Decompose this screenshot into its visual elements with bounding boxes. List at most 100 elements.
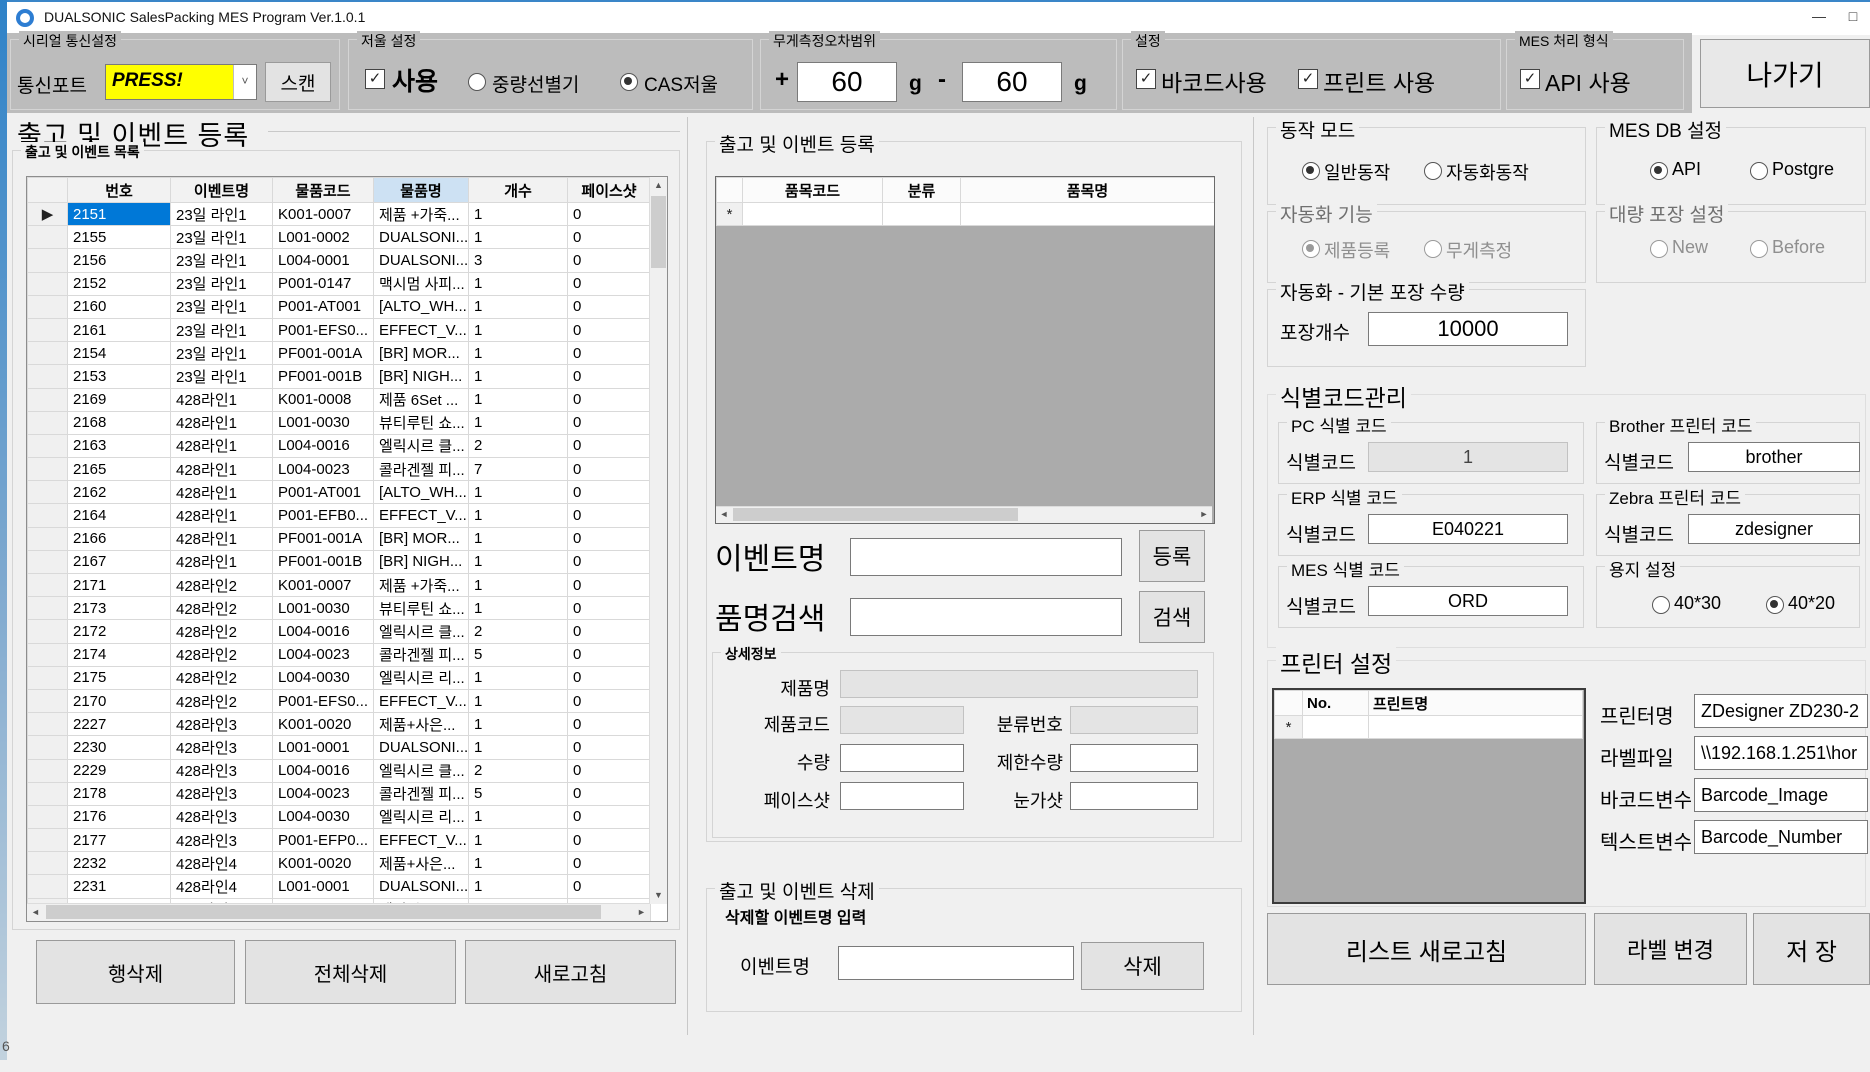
table-cell[interactable]: 0 — [568, 226, 651, 249]
table-cell[interactable] — [28, 759, 68, 782]
table-cell[interactable]: 428라인3 — [171, 805, 273, 828]
table-cell[interactable]: 0 — [568, 782, 651, 805]
scrollbar-thumb[interactable] — [651, 196, 666, 268]
table-row[interactable]: 215523일 라인1L001-0002DUALSONI...10 — [28, 226, 651, 249]
table-cell[interactable]: 1 — [469, 342, 568, 365]
table-cell[interactable] — [28, 620, 68, 643]
table-cell[interactable]: 1 — [469, 852, 568, 875]
exit-button[interactable]: 나가기 — [1700, 39, 1870, 108]
table-cell[interactable]: 5 — [469, 782, 568, 805]
faceshot-input[interactable] — [840, 782, 964, 810]
table-cell[interactable]: 428라인3 — [171, 829, 273, 852]
table-cell[interactable] — [28, 504, 68, 527]
table-cell[interactable]: 2164 — [68, 504, 171, 527]
event-list-grid[interactable]: 번호 이벤트명 물품코드 물품명 개수 페이스샷 ▶215123일 라인1K00… — [26, 176, 668, 922]
limit-quantity-input[interactable] — [1070, 744, 1198, 772]
table-row[interactable]: 2178428라인3L004-0023콜라겐젤 피...50 — [28, 782, 651, 805]
event-name-input[interactable] — [850, 538, 1122, 576]
table-cell[interactable]: 0 — [568, 342, 651, 365]
table-cell[interactable]: 428라인4 — [171, 875, 273, 898]
table-cell[interactable] — [28, 689, 68, 712]
table-cell[interactable]: [ALTO_WH... — [374, 481, 469, 504]
table-cell[interactable]: 0 — [568, 295, 651, 318]
table-cell[interactable]: 428라인4 — [171, 852, 273, 875]
table-cell[interactable]: K001-0020 — [273, 713, 374, 736]
table-cell[interactable]: 23일 라인1 — [171, 249, 273, 272]
table-cell[interactable]: 23일 라인1 — [171, 272, 273, 295]
mes-code-input[interactable] — [1368, 586, 1568, 616]
table-cell[interactable]: 23일 라인1 — [171, 226, 273, 249]
table-cell[interactable] — [28, 226, 68, 249]
table-cell[interactable]: 0 — [568, 643, 651, 666]
eyeshot-input[interactable] — [1070, 782, 1198, 810]
table-cell[interactable]: 2227 — [68, 713, 171, 736]
col-count[interactable]: 개수 — [469, 178, 568, 203]
table-cell[interactable]: 0 — [568, 434, 651, 457]
table-row[interactable]: 2170428라인2P001-EFS0...EFFECT_V...10 — [28, 689, 651, 712]
tolerance-minus-input[interactable] — [962, 62, 1062, 102]
item-search-input[interactable] — [850, 598, 1122, 636]
table-cell[interactable]: EFFECT_V... — [374, 689, 469, 712]
table-row[interactable]: 2173428라인2L001-0030뷰티루틴 쇼...10 — [28, 597, 651, 620]
table-cell[interactable]: P001-EFP0... — [273, 829, 374, 852]
table-cell[interactable]: L004-0023 — [273, 458, 374, 481]
table-cell[interactable] — [28, 782, 68, 805]
table-cell[interactable]: 0 — [568, 689, 651, 712]
table-cell[interactable] — [743, 203, 883, 226]
table-cell[interactable]: 1 — [469, 574, 568, 597]
col-no[interactable]: No. — [1303, 691, 1369, 716]
table-cell[interactable]: 1 — [469, 597, 568, 620]
table-cell[interactable]: 1 — [469, 365, 568, 388]
table-cell[interactable]: 0 — [568, 574, 651, 597]
table-cell[interactable] — [28, 713, 68, 736]
table-row[interactable]: 2164428라인1P001-EFB0...EFFECT_V...10 — [28, 504, 651, 527]
table-cell[interactable] — [28, 852, 68, 875]
table-cell[interactable]: L001-0030 — [273, 411, 374, 434]
table-cell[interactable] — [28, 388, 68, 411]
table-row[interactable]: ▶215123일 라인1K001-0007제품 +가죽...10 — [28, 203, 651, 226]
table-cell[interactable]: L004-0023 — [273, 782, 374, 805]
table-cell[interactable]: 0 — [568, 272, 651, 295]
table-cell[interactable]: 엘릭시르 클... — [374, 620, 469, 643]
table-row[interactable]: 215623일 라인1L004-0001DUALSONI...30 — [28, 249, 651, 272]
refresh-button[interactable]: 새로고침 — [465, 940, 676, 1004]
brother-code-input[interactable] — [1688, 442, 1860, 472]
comm-port-combobox[interactable]: PRESS! ˅ — [105, 64, 257, 100]
zebra-code-input[interactable] — [1688, 514, 1860, 544]
table-cell[interactable]: 1 — [469, 295, 568, 318]
table-row[interactable]: 2177428라인3P001-EFP0...EFFECT_V...10 — [28, 829, 651, 852]
table-row[interactable]: 216123일 라인1P001-EFS0...EFFECT_V...10 — [28, 318, 651, 341]
col-event[interactable]: 이벤트명 — [171, 178, 273, 203]
paper-4020-label[interactable]: 40*20 — [1788, 593, 1835, 614]
table-row[interactable]: 2176428라인3L004-0030엘릭시르 리...10 — [28, 805, 651, 828]
table-cell[interactable] — [28, 458, 68, 481]
table-cell[interactable]: 23일 라인1 — [171, 318, 273, 341]
table-row[interactable]: 2166428라인1PF001-001A[BR] MOR...10 — [28, 527, 651, 550]
table-cell[interactable]: PF001-001A — [273, 342, 374, 365]
table-cell[interactable] — [28, 597, 68, 620]
table-cell[interactable]: 2174 — [68, 643, 171, 666]
table-cell[interactable]: 2173 — [68, 597, 171, 620]
cas-scale-radio[interactable] — [620, 73, 638, 91]
normal-mode-radio[interactable] — [1302, 162, 1320, 180]
scroll-right-icon[interactable]: ► — [1196, 507, 1212, 522]
list-refresh-button[interactable]: 리스트 새로고침 — [1267, 913, 1586, 985]
table-cell[interactable]: 428라인3 — [171, 782, 273, 805]
weight-sorter-label[interactable]: 중량선별기 — [492, 70, 579, 97]
table-row[interactable]: 2230428라인3L001-0001DUALSONI...10 — [28, 736, 651, 759]
table-cell[interactable]: 428라인2 — [171, 666, 273, 689]
save-button[interactable]: 저 장 — [1753, 913, 1870, 985]
normal-mode-label[interactable]: 일반동작 — [1324, 159, 1390, 185]
table-cell[interactable]: P001-EFS0... — [273, 318, 374, 341]
pack-count-input[interactable] — [1368, 312, 1568, 346]
table-cell[interactable]: 1 — [469, 829, 568, 852]
table-cell[interactable]: 7 — [469, 458, 568, 481]
table-cell[interactable]: DUALSONI... — [374, 226, 469, 249]
table-cell[interactable]: PF001-001B — [273, 550, 374, 573]
table-cell[interactable]: 2232 — [68, 852, 171, 875]
table-cell[interactable]: 2151 — [68, 203, 171, 226]
table-cell[interactable]: 0 — [568, 249, 651, 272]
table-row[interactable]: 215323일 라인1PF001-001B[BR] NIGH...10 — [28, 365, 651, 388]
table-cell[interactable] — [961, 203, 1215, 226]
table-row[interactable]: 2229428라인3L004-0016엘릭시르 클...20 — [28, 759, 651, 782]
